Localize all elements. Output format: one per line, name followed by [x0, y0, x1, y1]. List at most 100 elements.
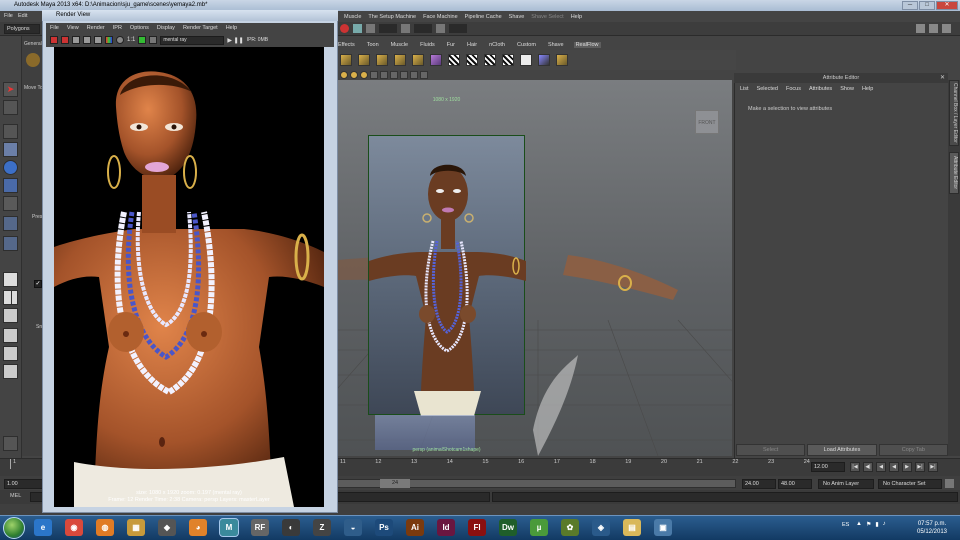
attr-menu-attributes[interactable]: Attributes — [809, 86, 832, 92]
step-back-key-button[interactable]: ◀| — [863, 462, 873, 472]
taskbar-indesign-icon[interactable]: Id — [437, 519, 455, 536]
refresh-icon[interactable] — [94, 36, 102, 44]
shelf-icon-12[interactable] — [538, 54, 550, 66]
layout-single-icon[interactable] — [3, 272, 18, 287]
vp-icon-4[interactable] — [370, 71, 378, 79]
range-slider-handle[interactable]: 24 — [380, 479, 410, 488]
rendered-image[interactable] — [54, 47, 324, 507]
system-clock[interactable]: 07:57 p.m. 05/12/2013 — [912, 520, 952, 536]
redo-render-icon[interactable] — [50, 36, 58, 44]
attr-menu-list[interactable]: List — [740, 86, 749, 92]
mel-label[interactable]: MEL — [10, 493, 21, 499]
keep-image-icon[interactable] — [138, 36, 147, 44]
vp-icon-8[interactable] — [410, 71, 418, 79]
menu-file[interactable]: File — [4, 13, 13, 19]
shelf-icon-8[interactable] — [466, 54, 478, 66]
select-button[interactable]: Select — [736, 444, 806, 456]
attr-menu-show[interactable]: Show — [840, 86, 854, 92]
menu-setup-machine[interactable]: The Setup Machine — [368, 14, 416, 20]
vp-icon-3[interactable] — [360, 71, 368, 79]
taskbar-photoshop-icon[interactable]: Ps — [375, 519, 393, 536]
tray-language[interactable]: ES — [842, 522, 849, 528]
renderer-dropdown[interactable]: mental ray — [160, 35, 225, 45]
shelf-icon-7[interactable] — [448, 54, 460, 66]
menu-edit[interactable]: Edit — [18, 13, 27, 19]
transform-icon[interactable] — [3, 216, 18, 231]
auto-key-icon[interactable] — [945, 479, 954, 488]
start-button[interactable] — [3, 517, 25, 539]
vp-icon-5[interactable] — [380, 71, 388, 79]
vp-icon-6[interactable] — [390, 71, 398, 79]
vp-icon-7[interactable] — [400, 71, 408, 79]
menu-set-dropdown[interactable]: Polygons — [4, 24, 40, 34]
rv-menu-file[interactable]: File — [50, 25, 59, 31]
close-button[interactable]: ✕ — [936, 1, 958, 10]
rgb-channels-icon[interactable] — [105, 36, 113, 44]
ratio-button[interactable]: 1:1 — [127, 37, 135, 43]
rv-menu-display[interactable]: Display — [157, 25, 175, 31]
anim-layer-dropdown[interactable]: No Anim Layer — [818, 479, 874, 489]
attr-menu-selected[interactable]: Selected — [757, 86, 778, 92]
taskbar-dreamweaver-icon[interactable]: Dw — [499, 519, 517, 536]
taskbar-utorrent-icon[interactable]: µ — [530, 519, 548, 536]
play-ipr-icon[interactable]: ▶ ❚❚ — [227, 37, 243, 44]
taskbar-misc4-icon[interactable]: ◈ — [592, 519, 610, 536]
rv-menu-options[interactable]: Options — [130, 25, 149, 31]
play-forward-button[interactable]: ▶ — [902, 462, 912, 472]
load-attributes-button[interactable]: Load Attributes — [807, 444, 877, 456]
menu-face-machine[interactable]: Face Machine — [423, 14, 458, 20]
shelf-tab-ncloth[interactable]: nCloth — [487, 42, 507, 48]
shelf-tab-effects[interactable]: Effects — [336, 42, 357, 48]
manipulator-icon[interactable] — [3, 196, 18, 211]
shelf-icon-4[interactable] — [394, 54, 406, 66]
tray-flag-icon[interactable]: ⚑ — [866, 521, 871, 528]
rv-menu-ipr[interactable]: IPR — [113, 25, 122, 31]
rotate-tool-icon[interactable] — [3, 160, 18, 175]
shelf-icon-1[interactable] — [340, 54, 352, 66]
taskbar-blender-icon[interactable]: ◕ — [189, 519, 207, 536]
taskbar-misc1-icon[interactable]: ◐ — [282, 519, 300, 536]
taskbar-ie-icon[interactable]: e — [34, 519, 52, 536]
start-time-field[interactable]: 1.00 — [4, 479, 44, 489]
taskbar-misc5-icon[interactable]: ▣ — [654, 519, 672, 536]
last-tool-icon[interactable] — [3, 236, 18, 251]
move-tool-icon[interactable] — [3, 142, 18, 157]
menu-shave[interactable]: Shave — [509, 14, 525, 20]
taskbar-misc2-icon[interactable]: ◒ — [344, 519, 362, 536]
layout-hypershade-icon[interactable] — [3, 364, 18, 379]
shelf-icon-11[interactable] — [520, 54, 532, 66]
checkbox[interactable]: ✓ — [34, 280, 42, 288]
channel-box-tab[interactable]: Channel Box / Layer Editor — [949, 80, 959, 146]
rv-menu-view[interactable]: View — [67, 25, 79, 31]
shelf-tab-custom[interactable]: Custom — [515, 42, 538, 48]
end-anim-field[interactable]: 24.00 — [742, 479, 776, 489]
attr-menu-help[interactable]: Help — [862, 86, 873, 92]
minimize-button[interactable]: ─ — [902, 1, 918, 10]
taskbar-chrome-icon[interactable]: ◉ — [65, 519, 83, 536]
menu-muscle[interactable]: Muscle — [344, 14, 361, 20]
attribute-editor-tab[interactable]: Attribute Editor — [949, 152, 959, 194]
taskbar-illustrator-icon[interactable]: Ai — [406, 519, 424, 536]
taskbar-folder-icon[interactable]: ▤ — [623, 519, 641, 536]
taskbar-maya-icon[interactable]: M — [219, 518, 239, 537]
play-backward-button[interactable]: ◀ — [889, 462, 899, 472]
shelf-icon-13[interactable] — [556, 54, 568, 66]
menu-pipeline-cache[interactable]: Pipeline Cache — [465, 14, 502, 20]
layout-graph-icon[interactable] — [3, 328, 18, 343]
vp-icon-2[interactable] — [350, 71, 358, 79]
scale-tool-icon[interactable] — [3, 178, 18, 193]
shelf-tab-fluids[interactable]: Fluids — [418, 42, 437, 48]
taskbar-misc3-icon[interactable]: ✿ — [561, 519, 579, 536]
go-to-end-button[interactable]: ▶| — [928, 462, 938, 472]
shelf-icon-6[interactable] — [430, 54, 442, 66]
tray-volume-icon[interactable]: ♪ — [883, 521, 886, 528]
step-forward-key-button[interactable]: ▶| — [915, 462, 925, 472]
script-editor-icon[interactable] — [3, 436, 18, 451]
menu-shave-select[interactable]: Shave Select — [531, 14, 563, 20]
maximize-button[interactable]: □ — [919, 1, 935, 10]
lasso-tool-icon[interactable] — [3, 100, 18, 115]
general-tab[interactable]: General — [24, 41, 42, 47]
layout-icons[interactable] — [916, 24, 956, 34]
taskbar-explorer-icon[interactable]: ▦ — [127, 519, 145, 536]
shelf-tab-shave[interactable]: Shave — [546, 42, 566, 48]
